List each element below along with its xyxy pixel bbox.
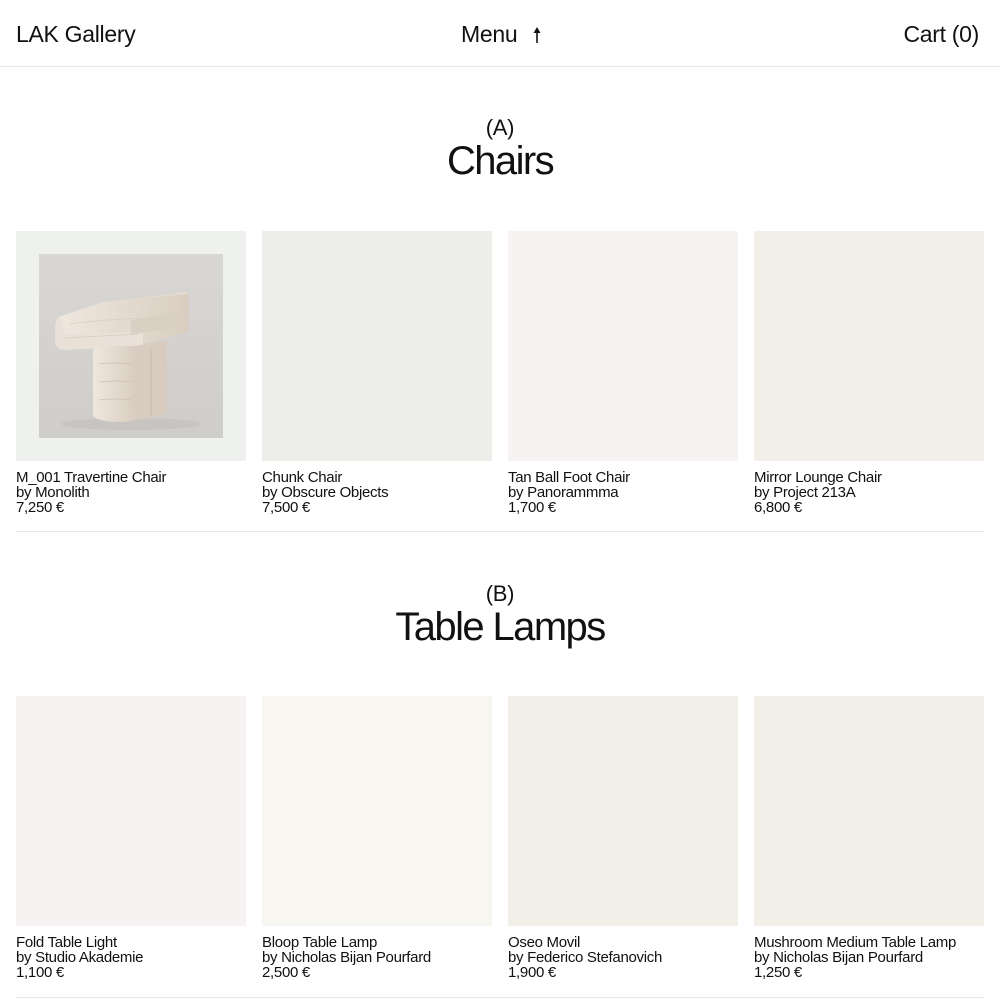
site-header: LAK Gallery Menu Cart (0) bbox=[0, 0, 1000, 67]
product-image-tile[interactable] bbox=[16, 231, 246, 461]
product-card[interactable]: M_001 Travertine Chair by Monolith 7,250… bbox=[16, 231, 246, 515]
product-image-tile[interactable] bbox=[508, 231, 738, 461]
product-price: 1,700 € bbox=[508, 499, 556, 516]
product-name[interactable]: Oseo Movil bbox=[508, 935, 738, 950]
product-name[interactable]: Mirror Lounge Chair bbox=[754, 470, 984, 485]
product-card[interactable]: Mirror Lounge Chair by Project 213A 6,80… bbox=[754, 231, 984, 515]
section-divider bbox=[16, 531, 984, 532]
product-grid-table-lamps: Fold Table Light by Studio Akademie 1,10… bbox=[16, 696, 984, 980]
product-maker: by Panorammma bbox=[508, 484, 619, 501]
product-image-tile[interactable] bbox=[754, 231, 984, 461]
product-price: 1,250 € bbox=[754, 964, 802, 981]
product-maker: by Studio Akademie bbox=[16, 949, 144, 966]
product-card[interactable]: Fold Table Light by Studio Akademie 1,10… bbox=[16, 696, 246, 980]
product-card[interactable]: Oseo Movil by Federico Stefanovich 1,900… bbox=[508, 696, 738, 980]
product-maker: by Project 213A bbox=[754, 484, 856, 501]
product-meta: M_001 Travertine Chair by Monolith 7,250… bbox=[16, 470, 246, 515]
product-meta: Mushroom Medium Table Lamp by Nicholas B… bbox=[754, 935, 984, 980]
arrow-up-icon bbox=[533, 26, 541, 43]
section-divider bbox=[16, 997, 984, 998]
product-maker: by Federico Stefanovich bbox=[508, 949, 663, 966]
menu-label: Menu bbox=[461, 21, 518, 47]
section-title: Chairs bbox=[447, 139, 555, 183]
product-maker: by Obscure Objects bbox=[262, 484, 389, 501]
product-maker: by Nicholas Bijan Pourfard bbox=[262, 949, 431, 966]
product-meta: Bloop Table Lamp by Nicholas Bijan Pourf… bbox=[262, 935, 492, 980]
product-maker: by Monolith bbox=[16, 484, 90, 501]
product-card[interactable]: Bloop Table Lamp by Nicholas Bijan Pourf… bbox=[262, 696, 492, 980]
product-image-tile[interactable] bbox=[754, 696, 984, 926]
product-image-tile[interactable] bbox=[16, 696, 246, 926]
product-name[interactable]: Mushroom Medium Table Lamp bbox=[754, 935, 984, 950]
product-price: 1,900 € bbox=[508, 964, 556, 981]
product-price: 6,800 € bbox=[754, 499, 802, 516]
product-price: 2,500 € bbox=[262, 964, 310, 981]
product-grid-chairs: M_001 Travertine Chair by Monolith 7,250… bbox=[16, 231, 984, 515]
product-name[interactable]: Tan Ball Foot Chair bbox=[508, 470, 738, 485]
menu-toggle-button[interactable]: Menu bbox=[461, 21, 543, 48]
product-meta: Chunk Chair by Obscure Objects 7,500 € bbox=[262, 470, 492, 515]
section-heading-chairs: (A) Chairs bbox=[0, 115, 1000, 183]
product-meta: Mirror Lounge Chair by Project 213A 6,80… bbox=[754, 470, 984, 515]
product-meta: Oseo Movil by Federico Stefanovich 1,900… bbox=[508, 935, 738, 980]
product-card[interactable]: Tan Ball Foot Chair by Panorammma 1,700 … bbox=[508, 231, 738, 515]
product-name[interactable]: Bloop Table Lamp bbox=[262, 935, 492, 950]
product-image-tile[interactable] bbox=[508, 696, 738, 926]
product-name[interactable]: M_001 Travertine Chair bbox=[16, 470, 246, 485]
section-title: Table Lamps bbox=[395, 605, 606, 649]
product-maker: by Nicholas Bijan Pourfard bbox=[754, 949, 923, 966]
cart-link[interactable]: Cart (0) bbox=[903, 21, 979, 48]
product-card[interactable]: Mushroom Medium Table Lamp by Nicholas B… bbox=[754, 696, 984, 980]
brand-logo-link[interactable]: LAK Gallery bbox=[16, 21, 136, 48]
travertine-chair-photo bbox=[39, 254, 223, 438]
product-image-tile[interactable] bbox=[262, 696, 492, 926]
product-meta: Fold Table Light by Studio Akademie 1,10… bbox=[16, 935, 246, 980]
product-price: 7,500 € bbox=[262, 499, 310, 516]
product-image-tile[interactable] bbox=[262, 231, 492, 461]
product-price: 7,250 € bbox=[16, 499, 64, 516]
product-price: 1,100 € bbox=[16, 964, 64, 981]
product-card[interactable]: Chunk Chair by Obscure Objects 7,500 € bbox=[262, 231, 492, 515]
product-meta: Tan Ball Foot Chair by Panorammma 1,700 … bbox=[508, 470, 738, 515]
section-letter: (A) bbox=[485, 115, 515, 140]
product-name[interactable]: Fold Table Light bbox=[16, 935, 246, 950]
section-letter: (B) bbox=[485, 581, 515, 606]
section-heading-table-lamps: (B) Table Lamps bbox=[0, 581, 1000, 649]
product-name[interactable]: Chunk Chair bbox=[262, 470, 492, 485]
